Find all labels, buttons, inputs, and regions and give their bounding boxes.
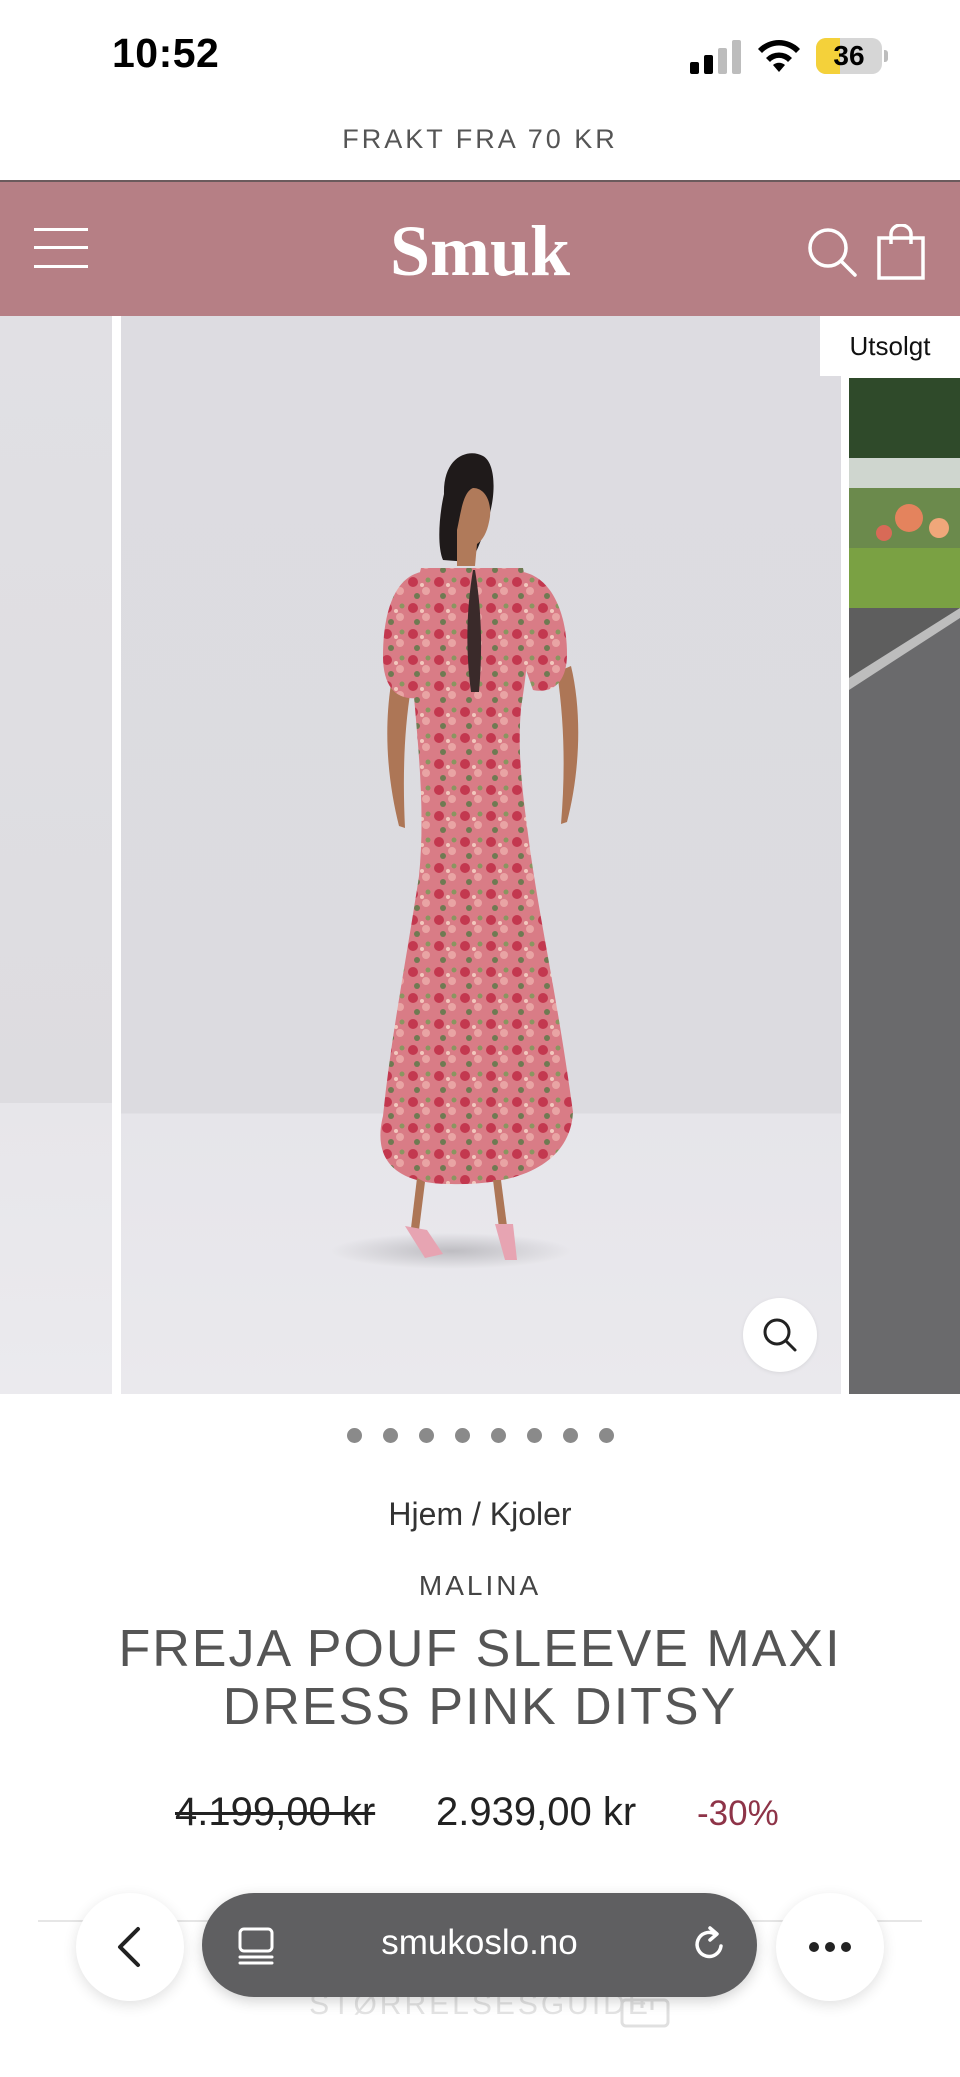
gallery-dot[interactable] [527, 1428, 542, 1443]
breadcrumb-home-link[interactable]: Hjem [388, 1496, 463, 1532]
search-icon[interactable] [806, 226, 858, 278]
gallery-dot[interactable] [491, 1428, 506, 1443]
product-photo-outdoor [849, 378, 960, 1394]
price-row: 4.199,00 kr 2.939,00 kr -30% [0, 1790, 960, 1840]
breadcrumb-separator: / [471, 1496, 481, 1532]
battery-icon: 36 [816, 38, 888, 74]
shopping-bag-icon[interactable] [876, 224, 926, 280]
breadcrumb: Hjem / Kjoler [0, 1496, 960, 1533]
gallery-slide-previous[interactable] [0, 316, 112, 1394]
back-chevron-icon [118, 1927, 140, 1967]
product-title: FREJA POUF SLEEVE MAXI DRESS PINK DITSY [118, 1620, 842, 1736]
zoom-button[interactable] [743, 1298, 817, 1372]
battery-level: 36 [833, 40, 865, 71]
original-price: 4.199,00 kr [175, 1790, 376, 1834]
gallery-dot[interactable] [419, 1428, 434, 1443]
site-header: Smuk [0, 182, 960, 316]
url-text: smukoslo.no [381, 1923, 578, 1962]
sale-price: 2.939,00 kr [436, 1790, 637, 1834]
status-bar: 10:52 36 [0, 0, 960, 112]
product-brand[interactable]: MALINA [0, 1570, 960, 1602]
hamburger-menu-icon[interactable] [34, 228, 88, 268]
more-dots-icon [809, 1942, 851, 1952]
promo-text: FRAKT FRA 70 KR [342, 124, 618, 154]
reload-icon[interactable] [688, 1923, 730, 1965]
gallery-dot[interactable] [347, 1428, 362, 1443]
product-photo-dress-back-view [331, 453, 579, 1269]
gallery-pagination[interactable] [0, 1428, 960, 1448]
discount-badge: -30% [697, 1794, 779, 1833]
gallery-dot[interactable] [455, 1428, 470, 1443]
browser-address-bar[interactable]: smukoslo.no [202, 1893, 757, 1997]
magnifier-icon [763, 1318, 797, 1352]
promo-bar: FRAKT FRA 70 KR [0, 112, 960, 182]
cellular-signal-icon [690, 40, 741, 74]
breadcrumb-category-link[interactable]: Kjoler [490, 1496, 572, 1532]
gallery-slide-next[interactable] [849, 378, 960, 1394]
gallery-dot[interactable] [599, 1428, 614, 1443]
status-time: 10:52 [112, 30, 220, 76]
site-logo[interactable]: Smuk [330, 210, 630, 293]
browser-back-button[interactable] [76, 1893, 184, 2001]
product-image-gallery[interactable]: Utsolgt [0, 316, 960, 1394]
sold-out-badge: Utsolgt [820, 316, 960, 376]
gallery-dot[interactable] [563, 1428, 578, 1443]
gallery-slide-active[interactable] [121, 316, 841, 1394]
browser-more-button[interactable] [776, 1893, 884, 2001]
gallery-dot[interactable] [383, 1428, 398, 1443]
wifi-icon [758, 40, 800, 72]
